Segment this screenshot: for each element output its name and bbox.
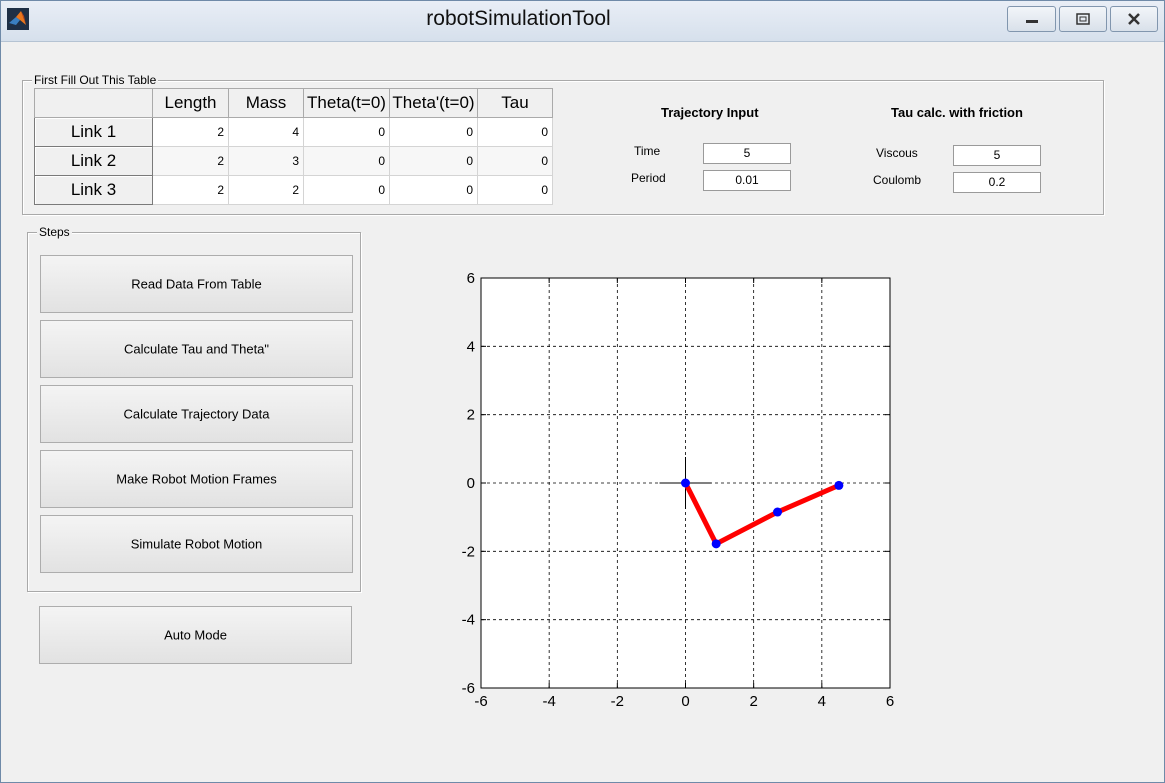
- table-cell[interactable]: 0: [303, 175, 390, 205]
- calculate-tau-button[interactable]: Calculate Tau and Theta": [40, 320, 353, 378]
- auto-mode-button[interactable]: Auto Mode: [39, 606, 352, 664]
- table-cell[interactable]: 2: [152, 175, 229, 205]
- y-tick-label: 6: [467, 270, 475, 287]
- row-header-link-2[interactable]: Link 2: [34, 146, 153, 176]
- friction-heading: Tau calc. with friction: [891, 105, 1023, 120]
- joint-marker: [711, 539, 721, 549]
- x-tick-label: -4: [542, 693, 555, 710]
- table-cell[interactable]: 0: [389, 117, 478, 147]
- minimize-icon: [1025, 20, 1038, 23]
- steps-panel-label: Steps: [37, 225, 72, 239]
- coulomb-input[interactable]: 0.2: [953, 172, 1041, 193]
- make-frames-button-label: Make Robot Motion Frames: [116, 471, 277, 487]
- y-tick-label: -2: [462, 543, 475, 560]
- table-cell[interactable]: 0: [389, 146, 478, 176]
- make-frames-button[interactable]: Make Robot Motion Frames: [40, 450, 353, 508]
- row-header-link-3[interactable]: Link 3: [34, 175, 153, 205]
- time-label: Time: [634, 144, 661, 158]
- window-title: robotSimulationTool: [426, 7, 611, 30]
- y-tick-label: 2: [467, 407, 475, 424]
- table-row: Link 2 2 3 0 0 0: [34, 146, 553, 176]
- table-row: Link 1 2 4 0 0 0: [34, 117, 553, 147]
- read-data-button[interactable]: Read Data From Table: [40, 255, 353, 313]
- joint-marker: [773, 507, 783, 517]
- table-corner: [34, 88, 153, 118]
- app-window: robotSimulationTool First Fill Out This …: [0, 0, 1165, 783]
- calculate-trajectory-button[interactable]: Calculate Trajectory Data: [40, 385, 353, 443]
- viscous-label: Viscous: [876, 146, 918, 160]
- table-cell[interactable]: 0: [477, 175, 553, 205]
- table-cell[interactable]: 2: [152, 146, 229, 176]
- x-tick-label: 4: [818, 693, 826, 710]
- maximize-button[interactable]: [1059, 6, 1107, 32]
- table-cell[interactable]: 0: [303, 117, 390, 147]
- restore-icon: [1076, 13, 1090, 25]
- time-input[interactable]: 5: [703, 143, 791, 164]
- robot-arm-plot[interactable]: -6 -4 -2 0 2 4 6 -6 -4 -2 0 2 4 6: [441, 266, 901, 716]
- column-header-mass[interactable]: Mass: [228, 88, 304, 118]
- row-header-link-1[interactable]: Link 1: [34, 117, 153, 147]
- minimize-button[interactable]: [1007, 6, 1056, 32]
- y-tick-label: 0: [467, 475, 475, 492]
- column-header-tau[interactable]: Tau: [477, 88, 553, 118]
- simulate-motion-button-label: Simulate Robot Motion: [130, 536, 263, 552]
- x-tick-label: -6: [474, 693, 487, 710]
- close-button[interactable]: [1110, 6, 1158, 32]
- link-parameters-table[interactable]: Length Mass Theta(t=0) Theta'(t=0) Tau L…: [34, 88, 553, 205]
- period-input[interactable]: 0.01: [703, 170, 791, 191]
- table-cell[interactable]: 4: [228, 117, 304, 147]
- calculate-tau-button-label: Calculate Tau and Theta": [123, 341, 270, 357]
- table-cell[interactable]: 2: [152, 117, 229, 147]
- x-tick-label: 6: [886, 693, 894, 710]
- auto-mode-button-label: Auto Mode: [164, 627, 227, 643]
- joint-marker: [681, 478, 690, 488]
- x-tick-label: 2: [749, 693, 757, 710]
- y-tick-label: 4: [467, 338, 475, 355]
- y-tick-label: -4: [462, 612, 475, 629]
- x-tick-label: 0: [681, 693, 689, 710]
- table-cell[interactable]: 0: [477, 117, 553, 147]
- table-panel-label: First Fill Out This Table: [32, 73, 159, 87]
- y-tick-label: -6: [462, 680, 475, 697]
- read-data-button-label: Read Data From Table: [131, 276, 262, 292]
- calculate-trajectory-button-label: Calculate Trajectory Data: [123, 406, 270, 422]
- joint-marker: [834, 480, 844, 490]
- column-header-length[interactable]: Length: [152, 88, 229, 118]
- simulate-motion-button[interactable]: Simulate Robot Motion: [40, 515, 353, 573]
- viscous-input[interactable]: 5: [953, 145, 1041, 166]
- table-cell[interactable]: 0: [477, 146, 553, 176]
- table-cell[interactable]: 3: [228, 146, 304, 176]
- x-tick-label: -2: [611, 693, 624, 710]
- title-bar[interactable]: robotSimulationTool: [1, 1, 1164, 42]
- column-header-theta[interactable]: Theta(t=0): [303, 88, 390, 118]
- table-header-row: Length Mass Theta(t=0) Theta'(t=0) Tau: [34, 88, 553, 118]
- table-row: Link 3 2 2 0 0 0: [34, 175, 553, 205]
- coulomb-label: Coulomb: [873, 173, 922, 187]
- table-cell[interactable]: 2: [228, 175, 304, 205]
- table-cell[interactable]: 0: [389, 175, 478, 205]
- column-header-theta-dot[interactable]: Theta'(t=0): [389, 88, 478, 118]
- period-label: Period: [631, 171, 666, 185]
- table-cell[interactable]: 0: [303, 146, 390, 176]
- trajectory-heading: Trajectory Input: [661, 105, 759, 120]
- close-icon: [1128, 13, 1140, 25]
